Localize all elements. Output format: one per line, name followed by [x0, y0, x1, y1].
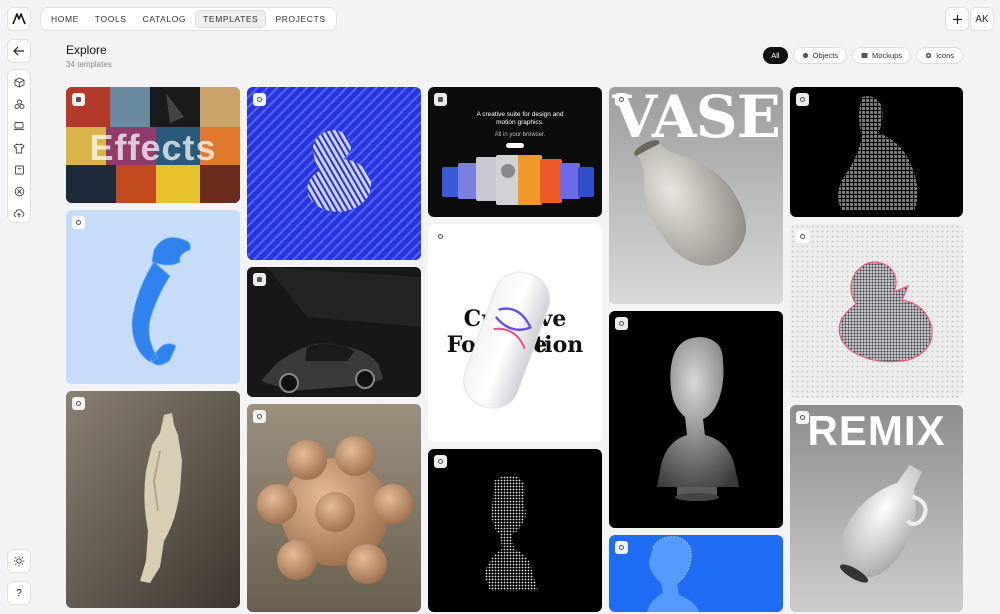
suite-cards-image: [442, 143, 594, 205]
template-card-figurine[interactable]: [66, 391, 240, 608]
filter-all[interactable]: All: [763, 47, 788, 64]
plus-icon: [952, 14, 962, 24]
remix-bottle-image: [839, 464, 928, 583]
template-card-pixel-figure[interactable]: [790, 87, 963, 217]
mockup-badge-icon: [72, 93, 85, 106]
template-card-blue-duck[interactable]: [247, 87, 421, 260]
blue-wireframe-bust-image: [647, 536, 699, 612]
halftone-duck-image: [790, 224, 963, 398]
mockup-badge-icon: [253, 273, 266, 286]
shirt-icon: [13, 143, 25, 153]
phone-handset-image: [131, 237, 191, 366]
grid-circles-icon: [14, 99, 24, 110]
template-card-phone[interactable]: [66, 210, 240, 384]
mockup-badge-icon: [434, 93, 447, 106]
sidebar-item-objects[interactable]: [10, 74, 28, 92]
effects-title: Effects: [89, 127, 217, 168]
filter-icons-label: Icons: [936, 51, 954, 60]
template-card-effects[interactable]: Effects: [66, 87, 240, 203]
sidebar-item-upload[interactable]: [10, 204, 28, 222]
cube-icon: [14, 77, 24, 88]
striped-duck-image: [247, 87, 421, 260]
top-nav: HOME TOOLS CATALOG TEMPLATES PROJECTS: [40, 7, 337, 31]
object-badge-icon: [796, 230, 809, 243]
nav-catalog[interactable]: CATALOG: [136, 10, 194, 28]
target-icon: [14, 186, 24, 197]
icons-icon: [925, 52, 932, 59]
nav-home[interactable]: HOME: [44, 10, 86, 28]
object-badge-icon: [615, 541, 628, 554]
object-badge-icon: [615, 317, 628, 330]
sun-icon: [13, 555, 25, 567]
nav-tools[interactable]: TOOLS: [88, 10, 134, 28]
filter-bar: All Objects Mockups Icons: [763, 47, 963, 64]
blob-shape-image: [247, 404, 421, 612]
sidebar-tools: [7, 69, 31, 223]
filter-objects-label: Objects: [812, 51, 839, 60]
logo-button[interactable]: [7, 7, 31, 31]
sidebar-item-circle[interactable]: [10, 183, 28, 201]
sidebar-item-packaging[interactable]: [10, 161, 28, 179]
sidebar-item-apparel[interactable]: [10, 139, 28, 157]
template-card-halftone-duck[interactable]: [790, 224, 963, 398]
template-card-blue-bust[interactable]: [609, 535, 783, 612]
rolled-paper-image: [463, 271, 551, 409]
nav-templates[interactable]: TEMPLATES: [195, 10, 267, 28]
object-badge-icon: [253, 93, 266, 106]
car-mockup-image: [247, 267, 421, 397]
bag-icon: [14, 165, 24, 175]
marble-bust-image: [657, 337, 739, 501]
template-card-remix[interactable]: REMIX: [790, 405, 963, 612]
filter-mockups-label: Mockups: [872, 51, 903, 60]
template-card-blob[interactable]: [247, 404, 421, 612]
help-button[interactable]: ?: [7, 581, 31, 605]
laptop-icon: [13, 122, 25, 131]
object-badge-icon: [434, 230, 447, 243]
logo-icon: [12, 13, 26, 25]
filter-icons[interactable]: Icons: [916, 47, 963, 64]
cube-icon: [802, 52, 808, 59]
arrow-left-icon: [13, 46, 24, 56]
mockup-icon: [861, 53, 868, 58]
template-card-car[interactable]: [247, 267, 421, 397]
template-count: 34 templates: [66, 60, 112, 69]
vase-shape-image: [634, 140, 747, 266]
halftone-bust-image: [484, 475, 538, 591]
object-badge-icon: [796, 93, 809, 106]
sidebar-item-devices[interactable]: [10, 117, 28, 135]
object-badge-icon: [615, 93, 628, 106]
add-button[interactable]: [945, 7, 969, 31]
filter-all-label: All: [771, 51, 780, 60]
filter-mockups[interactable]: Mockups: [852, 47, 912, 64]
avatar[interactable]: AK: [970, 7, 994, 31]
cloud-upload-icon: [13, 209, 25, 218]
template-card-dot-bust[interactable]: [428, 449, 602, 612]
pixel-figure-image: [838, 96, 918, 211]
object-badge-icon: [253, 410, 266, 423]
nav-projects[interactable]: PROJECTS: [268, 10, 332, 28]
object-badge-icon: [72, 397, 85, 410]
theme-toggle-button[interactable]: [7, 549, 31, 573]
template-card-bust[interactable]: [609, 311, 783, 528]
object-badge-icon: [72, 216, 85, 229]
page-title: Explore: [66, 43, 107, 57]
back-button[interactable]: [7, 39, 31, 63]
template-card-poster[interactable]: Creative Suite For Motion: [428, 224, 602, 442]
object-badge-icon: [796, 411, 809, 424]
filter-objects[interactable]: Objects: [792, 47, 848, 64]
sidebar-item-components[interactable]: [10, 96, 28, 114]
template-card-vase[interactable]: VASE: [609, 87, 783, 304]
figurine-sculpture-image: [66, 391, 240, 608]
object-badge-icon: [434, 455, 447, 468]
template-card-creative-suite[interactable]: A creative suite for design and motion g…: [428, 87, 602, 217]
